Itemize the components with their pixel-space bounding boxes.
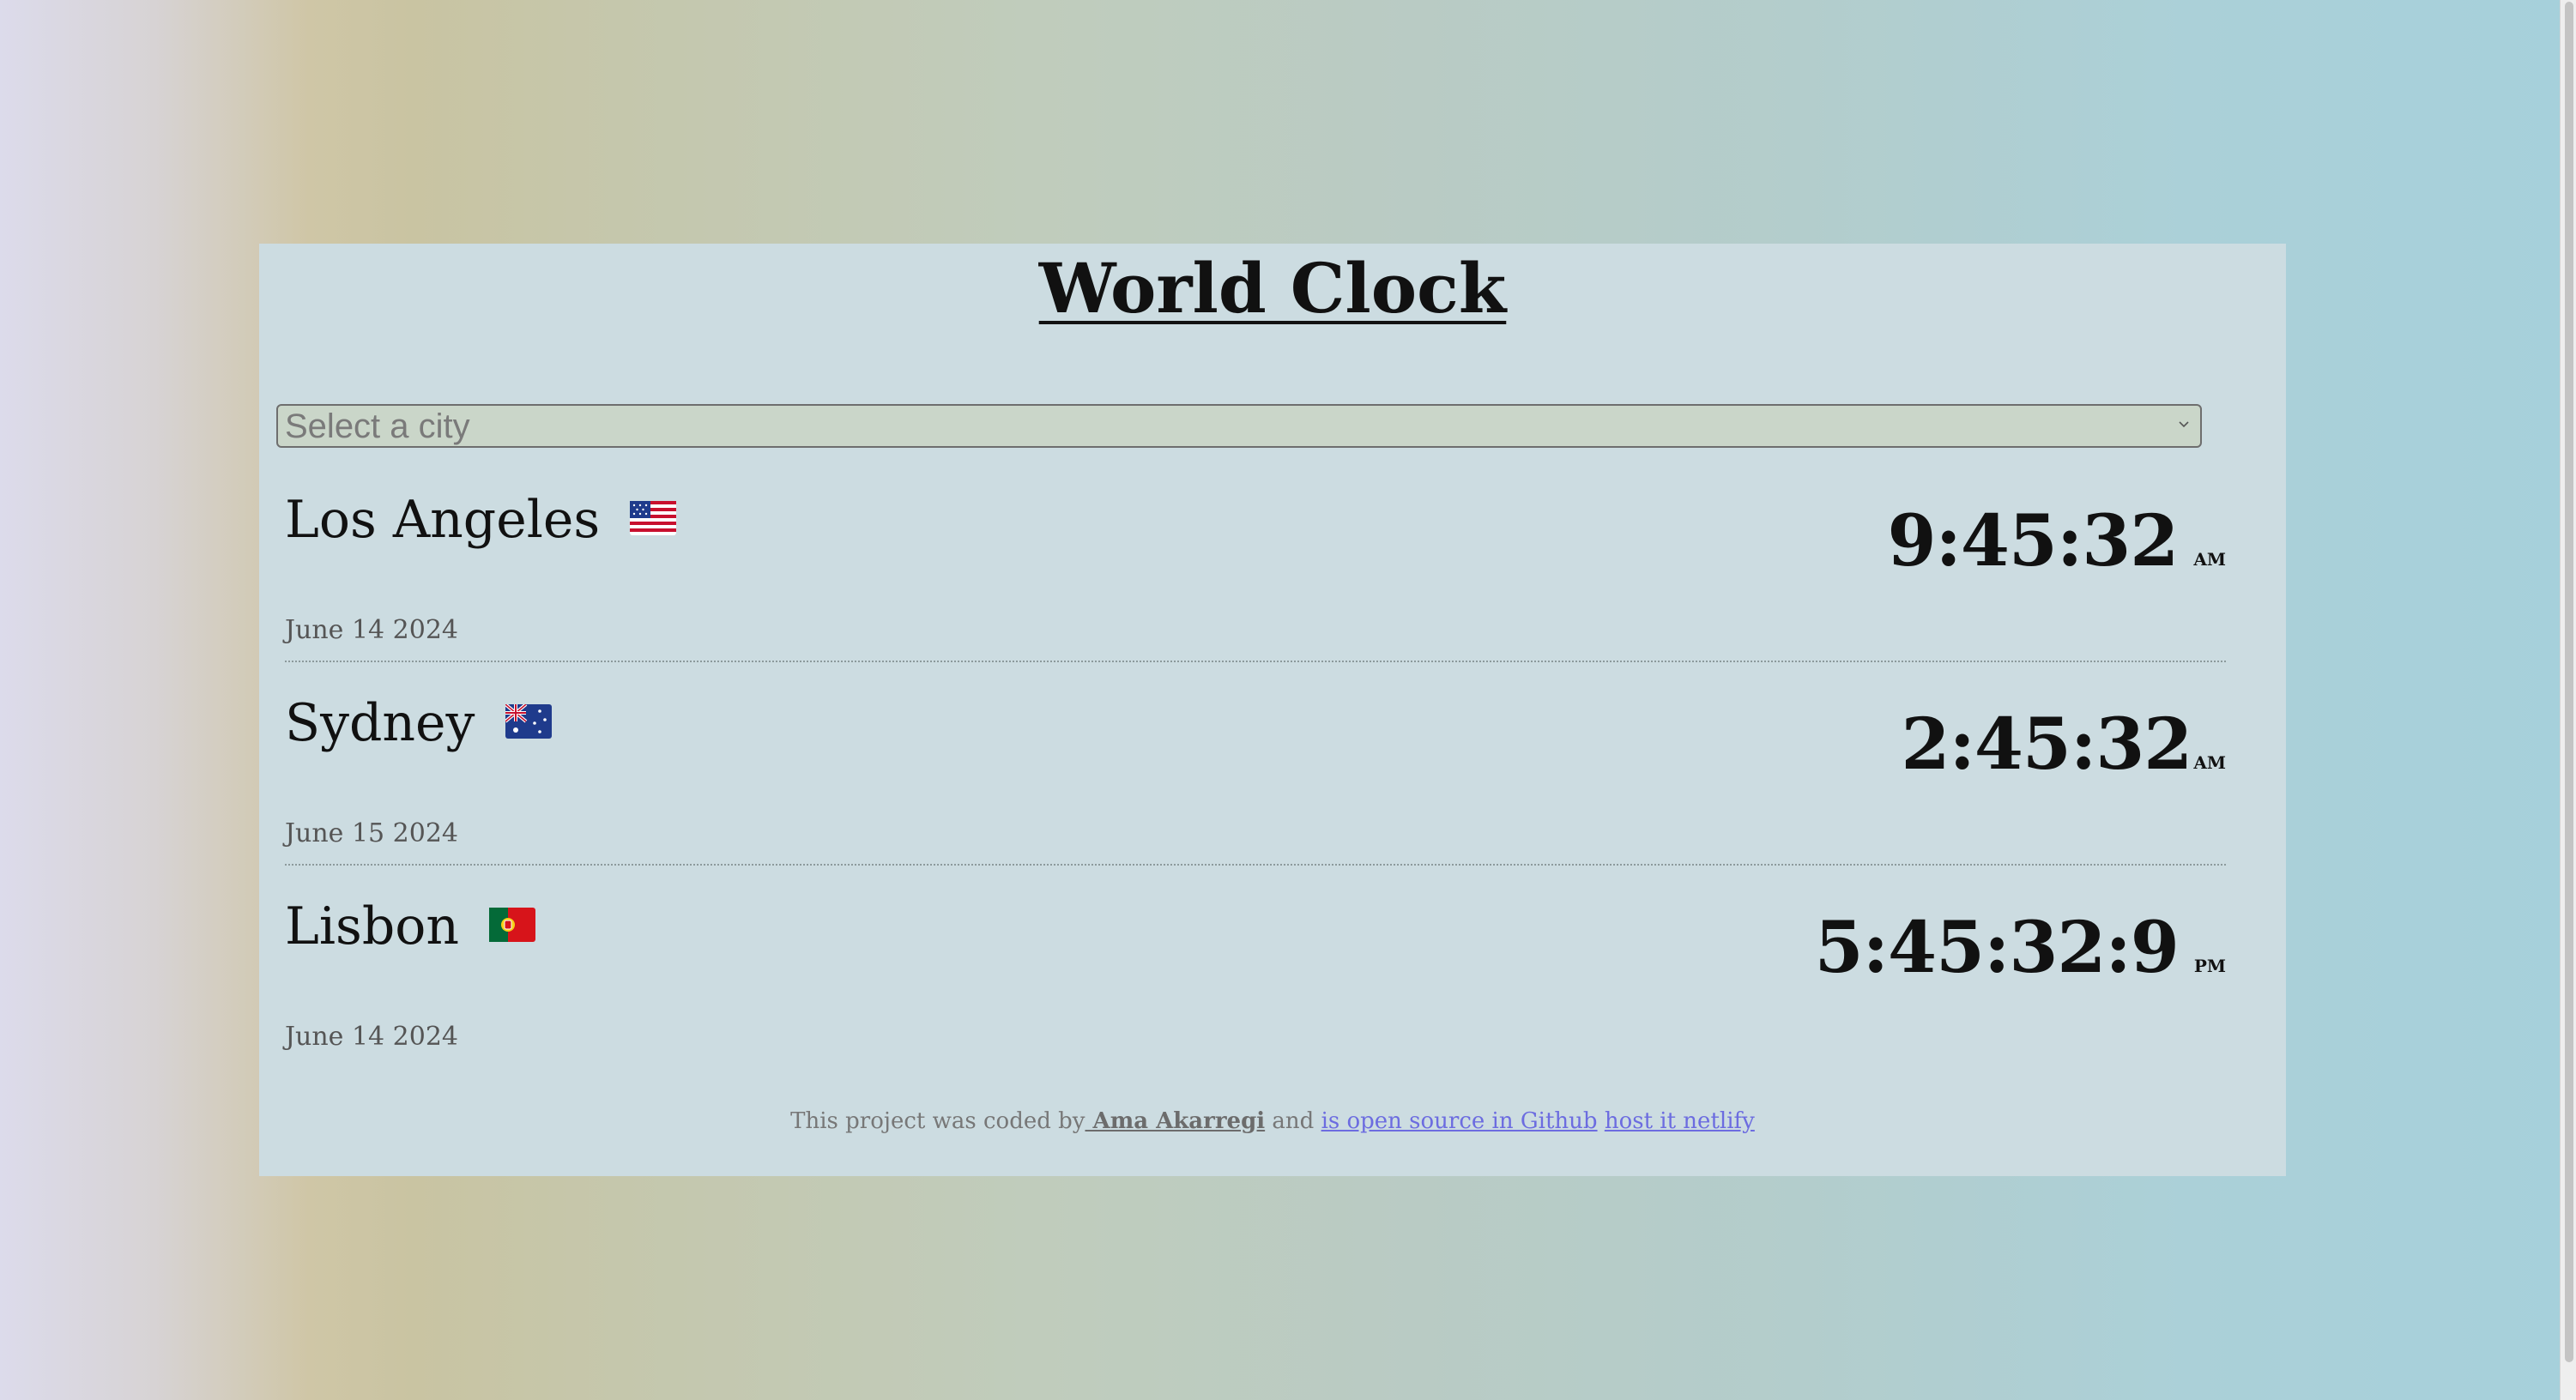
city-time-wrap: 2:45:32 AM [1902,709,2226,780]
city-name-wrap: Sydney [285,692,552,754]
city-time-wrap: 5:45:32:9 PM [1815,913,2226,983]
city-row-los-angeles: Los Angeles June 14 2024 9:45:32 AM [285,489,2226,662]
city-ampm: AM [2193,549,2226,570]
city-name: Sydney [285,693,475,753]
city-ampm: PM [2193,956,2226,976]
scrollbar[interactable] [2560,0,2576,1400]
city-date: June 14 2024 [285,615,459,645]
us-flag-icon [630,501,677,536]
github-link[interactable]: is open source in Github [1321,1108,1598,1134]
chevron-down-icon [2179,421,2189,428]
city-time-wrap: 9:45:32 AM [1888,506,2226,576]
author-link[interactable]: Ama Akarregi [1085,1108,1266,1134]
city-name: Los Angeles [285,490,601,550]
city-select-placeholder: Select a city [285,407,470,445]
city-date: June 15 2024 [285,818,459,848]
city-row-sydney: Sydney June 15 2024 2:45:32 AM [285,692,2226,866]
city-time: 9:45:32 [1887,500,2180,582]
scrollbar-thumb[interactable] [2565,2,2573,1362]
city-select[interactable]: Select a city [276,404,2202,448]
city-name: Lisbon [285,896,459,956]
city-name-wrap: Los Angeles [285,489,677,551]
page-title: World Clock [1038,248,1507,329]
au-flag-icon [505,704,552,739]
city-ampm: AM [2193,752,2226,773]
city-time: 5:45:32:9 [1814,907,2180,989]
footer-and: and [1265,1108,1321,1134]
pt-flag-icon [489,908,536,943]
world-clock-card: World Clock Select a city Los Angeles Ju… [259,244,2286,1176]
footer: This project was coded by Ama Akarregi a… [259,1108,2286,1134]
city-time: 2:45:32 [1901,703,2193,786]
city-date: June 14 2024 [285,1022,459,1052]
netlify-link[interactable]: host it netlify [1605,1108,1755,1134]
city-row-lisbon: Lisbon June 14 2024 5:45:32:9 PM [285,896,2226,1067]
city-name-wrap: Lisbon [285,896,536,957]
footer-prefix: This project was coded by [790,1108,1085,1134]
